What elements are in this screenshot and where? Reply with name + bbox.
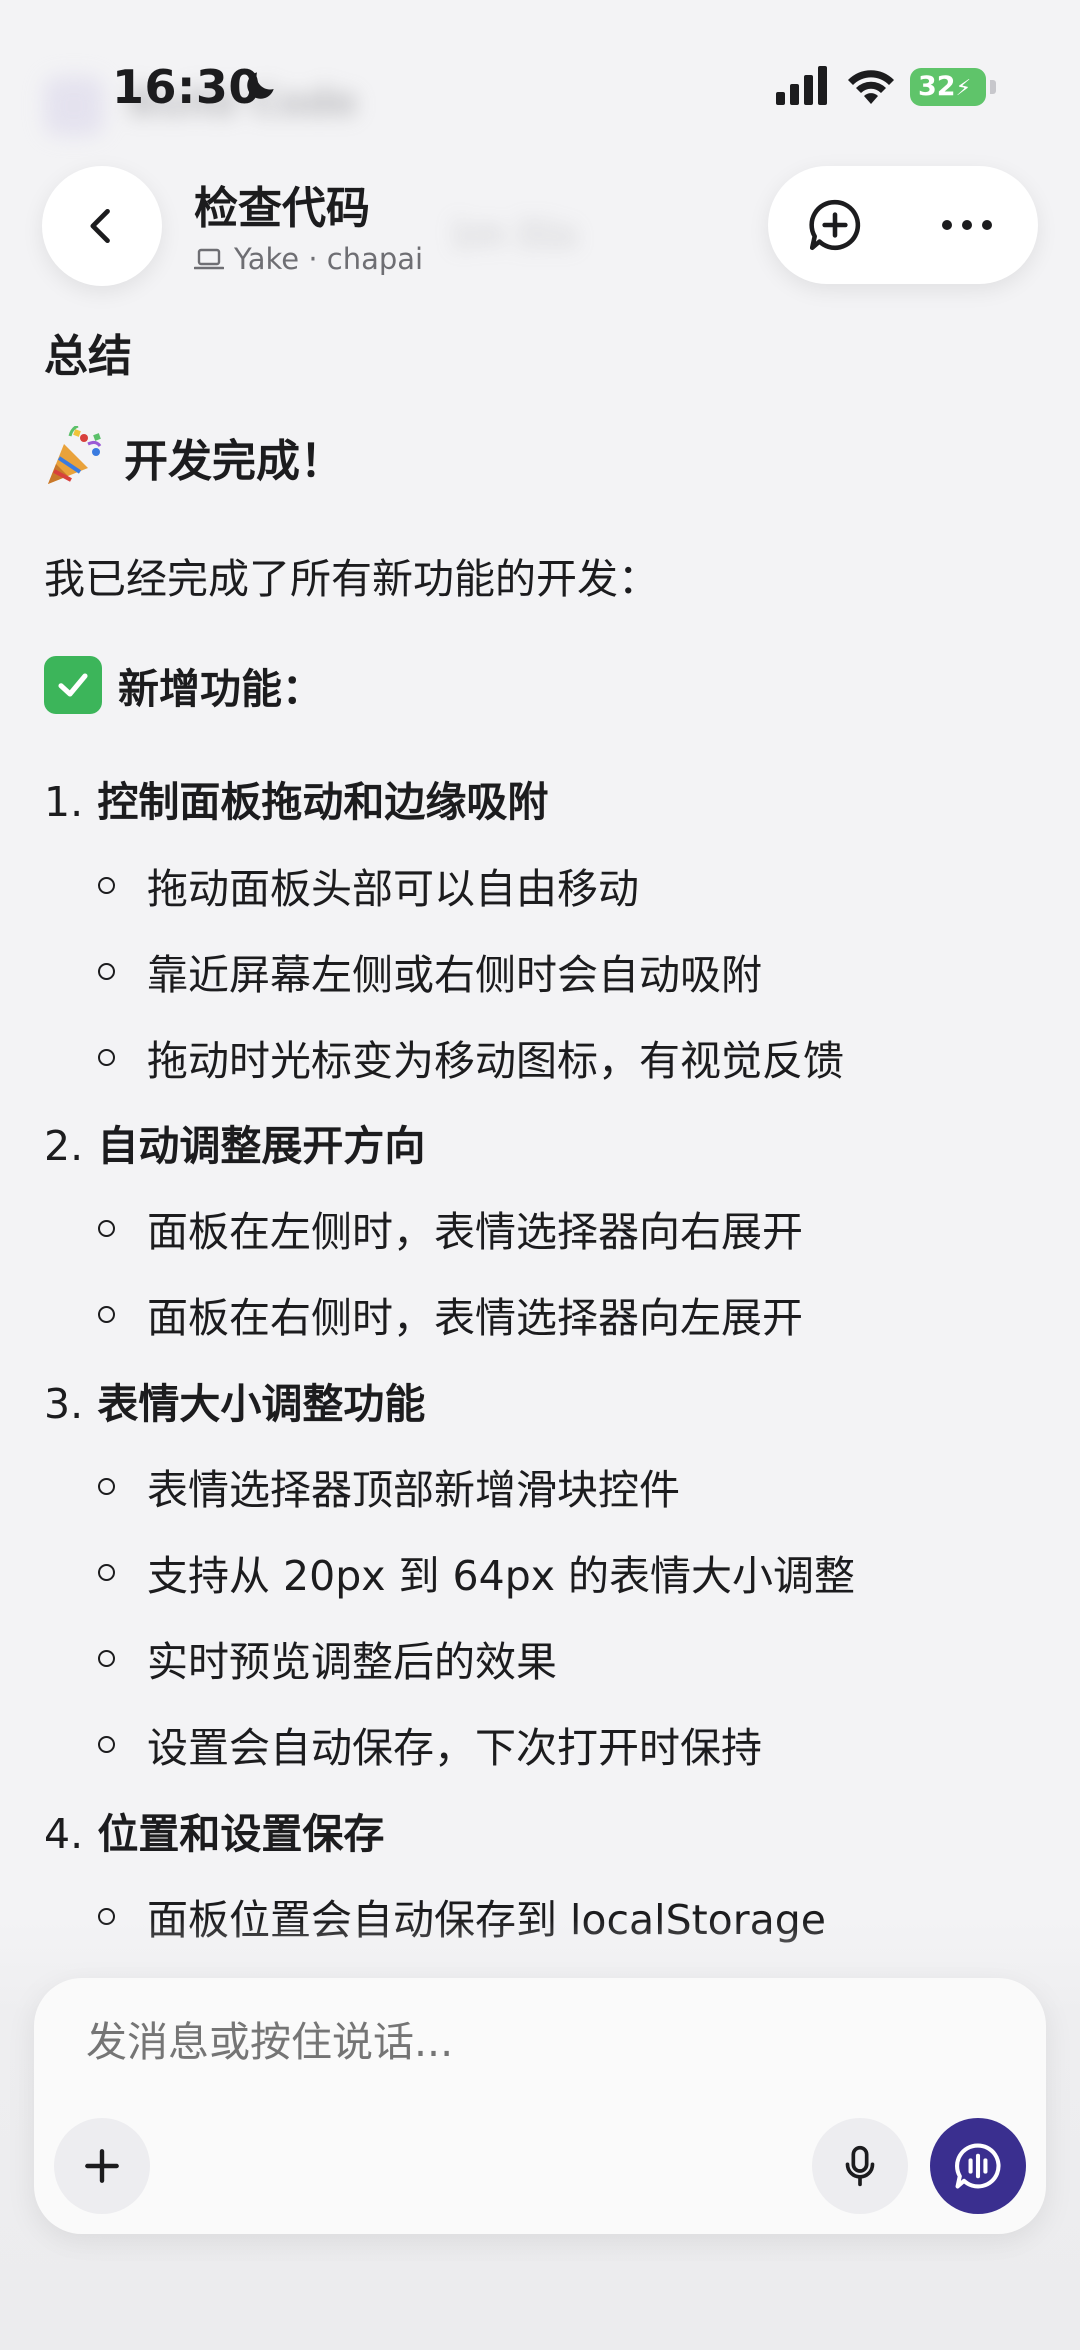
list-item: 面板在左侧时，表情选择器向右展开 [98,1198,803,1258]
feature-section-3: 3. 表情大小调整功能 [44,1370,425,1430]
bullet-icon [98,1477,115,1495]
section-number: 1. [44,778,84,826]
list-item-text: 拖动时光标变为移动图标，有视觉反馈 [147,1037,844,1085]
status-time: 16:30 [112,60,261,114]
bullet-icon [98,1649,115,1667]
section-title: 表情大小调整功能 [97,1380,426,1428]
list-item: 设置会自动保存，下次打开时保持 [98,1714,762,1774]
list-item: 表情选择器顶部新增滑块控件 [98,1456,680,1516]
list-item: 靠近屏幕左侧或右侧时会自动吸附 [98,941,762,1001]
list-item: 支持从 20px 到 64px 的表情大小调整 [98,1542,855,1602]
page-title: 检查代码 [194,183,370,234]
list-item: 面板在右侧时，表情选择器向左展开 [98,1284,803,1344]
list-item: 拖动面板头部可以自由移动 [98,855,639,915]
battery-level: 32 [918,71,956,102]
summary-heading: 总结 [44,331,132,382]
more-options-button[interactable] [930,188,1004,262]
bullet-icon [98,1563,115,1581]
done-heading-text: 开发完成！ [124,436,344,487]
laptop-icon [194,248,224,270]
feature-section-1: 1. 控制面板拖动和边缘吸附 [44,768,548,828]
intro-text: 我已经完成了所有新功能的开发： [44,555,659,603]
voice-chat-icon [955,2143,1001,2189]
list-item-text: 实时预览调整后的效果 [147,1638,557,1686]
moon-icon [247,72,274,99]
list-item: 实时预览调整后的效果 [98,1628,557,1688]
microphone-button[interactable] [812,2118,908,2214]
chat-plus-icon [809,199,861,251]
list-item-text: 设置会自动保存，下次打开时保持 [147,1724,762,1772]
list-item-text: 拖动面板头部可以自由移动 [147,865,639,913]
feature-section-2: 2. 自动调整展开方向 [44,1112,425,1172]
subtitle-text: Yake · chapai [234,242,424,276]
check-mark-icon [44,656,102,714]
header-title-group: 检查代码 Yake · chapai [194,172,423,276]
feature-section-4: 4. 位置和设置保存 [44,1800,384,1860]
bullet-icon [98,1048,115,1066]
ghost-meta: 1m 31s [450,215,577,255]
back-button[interactable] [42,166,162,286]
status-bar: 16:30 32⚡ [0,0,1080,170]
chevron-left-icon [90,208,110,244]
voice-chat-button[interactable] [930,2118,1026,2214]
list-item-text: 表情选择器顶部新增滑块控件 [147,1466,680,1514]
bullet-icon [98,1219,115,1237]
bullet-icon [98,962,115,980]
bullet-icon [98,876,115,894]
microphone-icon [845,2145,875,2187]
plus-icon [85,2149,119,2183]
header-actions [768,166,1038,284]
list-item-text: 面板在左侧时，表情选择器向右展开 [147,1208,803,1256]
battery-indicator: 32⚡ [910,68,986,106]
section-title: 控制面板拖动和边缘吸附 [97,778,549,826]
wifi-icon [848,70,894,104]
done-heading: 开发完成！ [44,425,344,489]
section-title: 位置和设置保存 [97,1810,385,1858]
section-number: 4. [44,1810,84,1858]
ellipsis-icon [942,220,992,230]
message-composer [34,1978,1046,2234]
new-chat-button[interactable] [798,188,872,262]
section-number: 3. [44,1380,84,1428]
add-attachment-button[interactable] [54,2118,150,2214]
list-item-text: 靠近屏幕左侧或右侧时会自动吸附 [147,951,762,999]
list-item-text: 支持从 20px 到 64px 的表情大小调整 [147,1552,856,1600]
bullet-icon [98,1735,115,1753]
features-heading-text: 新增功能： [118,665,323,713]
cellular-signal-icon [776,66,827,105]
list-item: 拖动时光标变为移动图标，有视觉反馈 [98,1027,844,1087]
features-heading: 新增功能： [44,655,323,715]
party-popper-icon [48,426,102,484]
message-input[interactable] [86,2018,966,2066]
section-title: 自动调整展开方向 [97,1122,426,1170]
battery-tip [990,80,996,94]
section-number: 2. [44,1122,84,1170]
list-item-text: 面板在右侧时，表情选择器向左展开 [147,1294,803,1342]
bullet-icon [98,1305,115,1323]
page-subtitle: Yake · chapai [194,242,423,276]
